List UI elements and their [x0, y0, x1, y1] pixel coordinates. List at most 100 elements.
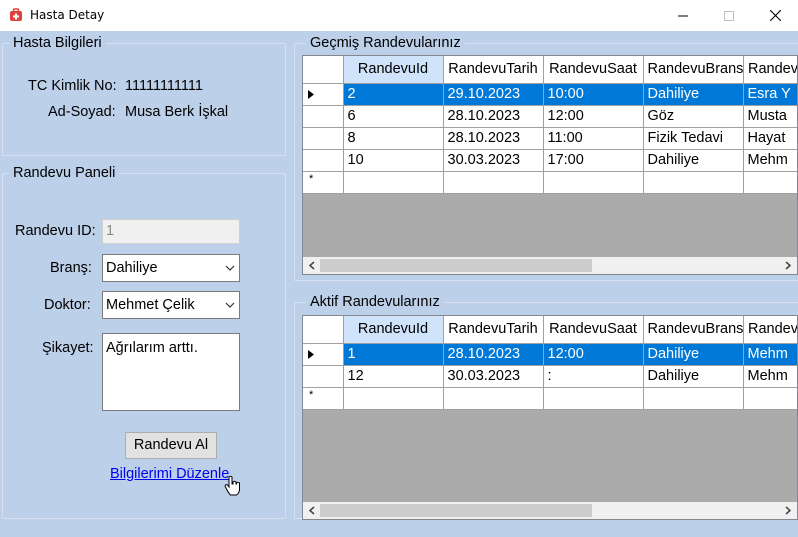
row-header[interactable] [303, 365, 344, 388]
edit-profile-link[interactable]: Bilgilerimi Düzenle [110, 465, 229, 483]
table-cell[interactable]: Fizik Tedavi [643, 127, 744, 150]
grid-corner-header[interactable] [303, 56, 344, 84]
table-cell[interactable]: 12:00 [543, 343, 644, 366]
table-row[interactable]: 12 30.03.2023 : Dahiliye Mehm [303, 365, 797, 388]
table-cell[interactable] [443, 171, 544, 194]
column-header[interactable]: RandevuBrans [643, 56, 744, 84]
table-cell[interactable]: Mehm [743, 343, 797, 366]
table-cell[interactable]: Musta [743, 105, 797, 128]
table-cell[interactable]: : [543, 365, 644, 388]
table-cell[interactable]: 6 [343, 105, 444, 128]
row-header[interactable] [303, 127, 344, 150]
active-scroll-thumb[interactable] [320, 504, 592, 517]
window-title: Hasta Detay [30, 8, 105, 22]
complaint-textarea[interactable]: Ağrılarım arttı. [102, 333, 240, 411]
doctor-combobox[interactable]: Mehmet Çelik [102, 291, 240, 319]
chevron-down-icon [225, 265, 235, 271]
active-appointments-grid[interactable]: RandevuId RandevuTarih RandevuSaat RandevuB… [302, 315, 798, 520]
minimize-icon [678, 15, 688, 16]
table-cell[interactable]: 12:00 [543, 105, 644, 128]
name-label: Ad-Soyad: [48, 104, 116, 120]
row-header[interactable] [303, 105, 344, 128]
column-header[interactable]: RandevuId [343, 56, 444, 84]
table-row[interactable]: 8 28.10.2023 11:00 Fizik Tedavi Hayat [303, 127, 797, 150]
close-icon [769, 10, 781, 21]
table-cell[interactable] [343, 387, 444, 410]
table-cell[interactable] [543, 387, 644, 410]
table-cell[interactable]: 10:00 [543, 83, 644, 106]
table-cell[interactable]: Mehm [743, 365, 797, 388]
past-appointments-grid[interactable]: RandevuId RandevuTarih RandevuSaat RandevuB… [302, 55, 798, 275]
past-scroll-thumb[interactable] [320, 259, 592, 272]
table-cell[interactable]: Hayat [743, 127, 797, 150]
table-cell[interactable] [443, 387, 544, 410]
table-cell[interactable]: Göz [643, 105, 744, 128]
row-header[interactable] [303, 149, 344, 172]
column-header[interactable]: RandevuTarih [443, 56, 544, 84]
tc-value: 11111111111 [125, 78, 203, 94]
table-cell[interactable]: 30.03.2023 [443, 149, 544, 172]
new-row[interactable]: * [303, 171, 797, 194]
column-header[interactable]: RandevuBrans [643, 316, 744, 344]
table-cell[interactable]: Mehm [743, 149, 797, 172]
past-horizontal-scrollbar[interactable] [303, 257, 797, 274]
table-cell[interactable] [643, 387, 744, 410]
column-header[interactable]: Randev [743, 56, 797, 84]
table-cell[interactable] [743, 387, 797, 410]
table-cell[interactable]: Dahiliye [643, 149, 744, 172]
scroll-right-icon[interactable] [780, 502, 797, 519]
branch-label: Branş: [50, 260, 92, 276]
scroll-right-icon[interactable] [780, 257, 797, 274]
table-cell[interactable]: Dahiliye [643, 83, 744, 106]
book-appointment-button[interactable]: Randevu Al [125, 432, 217, 459]
new-row-marker: * [309, 172, 314, 185]
table-row[interactable]: 10 30.03.2023 17:00 Dahiliye Mehm [303, 149, 797, 172]
column-header[interactable]: RandevuId [343, 316, 444, 344]
table-cell[interactable]: 30.03.2023 [443, 365, 544, 388]
table-cell[interactable]: Esra Y [743, 83, 797, 106]
minimize-button[interactable] [660, 0, 706, 31]
row-header[interactable] [303, 83, 344, 106]
table-cell[interactable] [343, 171, 444, 194]
maximize-icon [724, 10, 734, 21]
column-header[interactable]: RandevuTarih [443, 316, 544, 344]
hand-cursor-icon [224, 475, 240, 496]
column-header[interactable]: Randev [743, 316, 797, 344]
table-cell[interactable]: 28.10.2023 [443, 127, 544, 150]
column-header[interactable]: RandevuSaat [543, 56, 644, 84]
active-horizontal-scrollbar[interactable] [303, 502, 797, 519]
patient-info-group: Hasta Bilgileri TC Kimlik No: 1111111111… [2, 34, 286, 156]
appointment-id-label: Randevu ID: [15, 223, 96, 239]
table-row[interactable]: 6 28.10.2023 12:00 Göz Musta [303, 105, 797, 128]
table-cell[interactable]: Dahiliye [643, 343, 744, 366]
scroll-left-icon[interactable] [303, 257, 320, 274]
maximize-button[interactable] [706, 0, 752, 31]
table-cell[interactable]: 28.10.2023 [443, 105, 544, 128]
table-cell[interactable] [743, 171, 797, 194]
table-cell[interactable]: 10 [343, 149, 444, 172]
table-row[interactable]: 1 28.10.2023 12:00 Dahiliye Mehm [303, 343, 797, 366]
appointment-id-field[interactable]: 1 [102, 219, 240, 244]
close-button[interactable] [752, 0, 798, 31]
tc-label: TC Kimlik No: [28, 78, 117, 94]
table-cell[interactable]: Dahiliye [643, 365, 744, 388]
branch-combobox[interactable]: Dahiliye [102, 254, 240, 282]
table-cell[interactable]: 28.10.2023 [443, 343, 544, 366]
table-cell[interactable]: 8 [343, 127, 444, 150]
column-header[interactable]: RandevuSaat [543, 316, 644, 344]
table-cell[interactable]: 12 [343, 365, 444, 388]
table-cell[interactable]: 29.10.2023 [443, 83, 544, 106]
table-row[interactable]: 2 29.10.2023 10:00 Dahiliye Esra Y [303, 83, 797, 106]
scroll-left-icon[interactable] [303, 502, 320, 519]
table-cell[interactable]: 1 [343, 343, 444, 366]
new-row-header[interactable]: * [303, 387, 344, 410]
table-cell[interactable] [543, 171, 644, 194]
new-row[interactable]: * [303, 387, 797, 410]
table-cell[interactable]: 2 [343, 83, 444, 106]
table-cell[interactable]: 17:00 [543, 149, 644, 172]
table-cell[interactable] [643, 171, 744, 194]
grid-corner-header[interactable] [303, 316, 344, 344]
new-row-header[interactable]: * [303, 171, 344, 194]
row-header[interactable] [303, 343, 344, 366]
table-cell[interactable]: 11:00 [543, 127, 644, 150]
